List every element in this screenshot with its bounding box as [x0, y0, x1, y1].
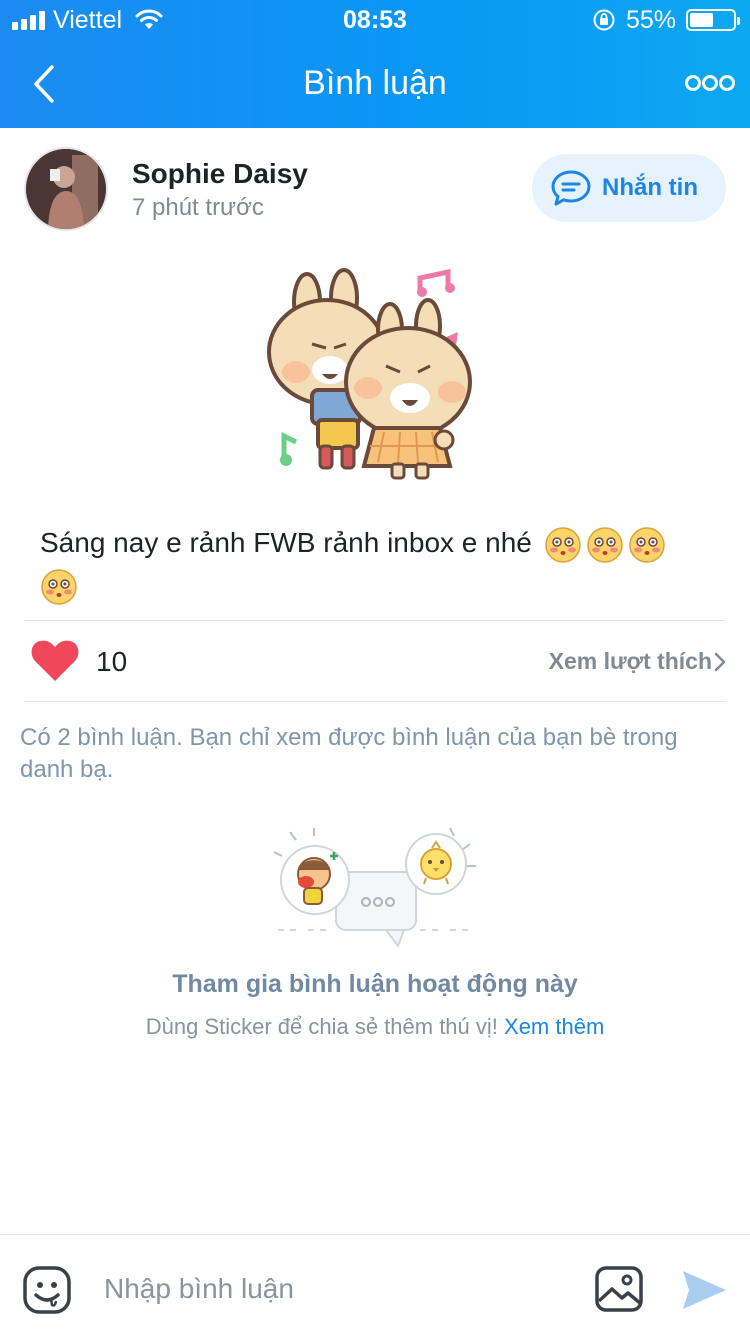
battery-level: [690, 13, 714, 27]
chat-stickers-illustration: [273, 827, 476, 949]
comment-input[interactable]: [104, 1269, 564, 1309]
flushed-face-icon: [586, 526, 623, 563]
join-subtitle-text: Dùng Sticker để chia sẻ thêm thú vị!: [145, 1014, 498, 1039]
orientation-lock-icon: [593, 9, 615, 31]
send-icon[interactable]: [680, 1267, 728, 1313]
author-avatar[interactable]: [24, 147, 108, 231]
avatar-photo: [26, 149, 106, 229]
flushed-face-icon: [628, 526, 665, 563]
message-button-label: Nhắn tin: [602, 174, 698, 201]
more-dots-icon: [685, 75, 735, 91]
chevron-right-icon: [714, 652, 726, 671]
join-comment-title: Tham gia bình luận hoạt động này: [172, 970, 578, 998]
message-button[interactable]: Nhắn tin: [532, 154, 726, 222]
status-bar: Viettel 08:53 55%: [0, 0, 750, 40]
divider: [24, 620, 726, 621]
author-name[interactable]: Sophie Daisy: [132, 158, 308, 190]
likes-row: 10 Xem lượt thích: [24, 622, 726, 700]
chat-bubble-icon: [551, 170, 591, 206]
post-text: Sáng nay e rảnh FWB rảnh inbox e nhé: [40, 522, 720, 606]
more-options-button[interactable]: [684, 66, 736, 100]
nav-bar: Bình luận: [0, 40, 750, 128]
view-likes-link[interactable]: Xem lượt thích: [549, 648, 726, 675]
emoji-picker-icon[interactable]: [22, 1265, 72, 1315]
bunny-couple-sticker: [267, 268, 472, 480]
battery-icon: [686, 9, 740, 31]
wifi-icon: [135, 9, 163, 29]
see-more-link[interactable]: Xem thêm: [504, 1014, 604, 1039]
heart-icon[interactable]: [30, 638, 80, 682]
flushed-face-icon: [544, 526, 581, 563]
like-count: 10: [96, 646, 128, 677]
flushed-face-icon: [41, 568, 77, 605]
status-right: 55%: [592, 5, 740, 34]
divider: [24, 701, 726, 702]
image-picker-icon[interactable]: [594, 1265, 644, 1313]
comment-visibility-note: Có 2 bình luận. Bạn chỉ xem được bình lu…: [20, 724, 678, 783]
carrier-name: Viettel: [53, 5, 123, 34]
join-comment-subtitle: Dùng Sticker để chia sẻ thêm thú vị! Xem…: [0, 1014, 750, 1040]
page-title: Bình luận: [303, 64, 447, 102]
app-header: Viettel 08:53 55% Bình luận: [0, 0, 750, 128]
post-text-content: Sáng nay e rảnh FWB rảnh inbox e nhé: [40, 527, 532, 558]
status-left: Viettel: [12, 6, 164, 34]
post-time: 7 phút trước: [132, 194, 264, 221]
signal-icon: [12, 10, 45, 30]
battery-percent: 55%: [625, 5, 676, 34]
comment-input-bar: [0, 1234, 750, 1334]
view-likes-label: Xem lượt thích: [548, 648, 712, 674]
